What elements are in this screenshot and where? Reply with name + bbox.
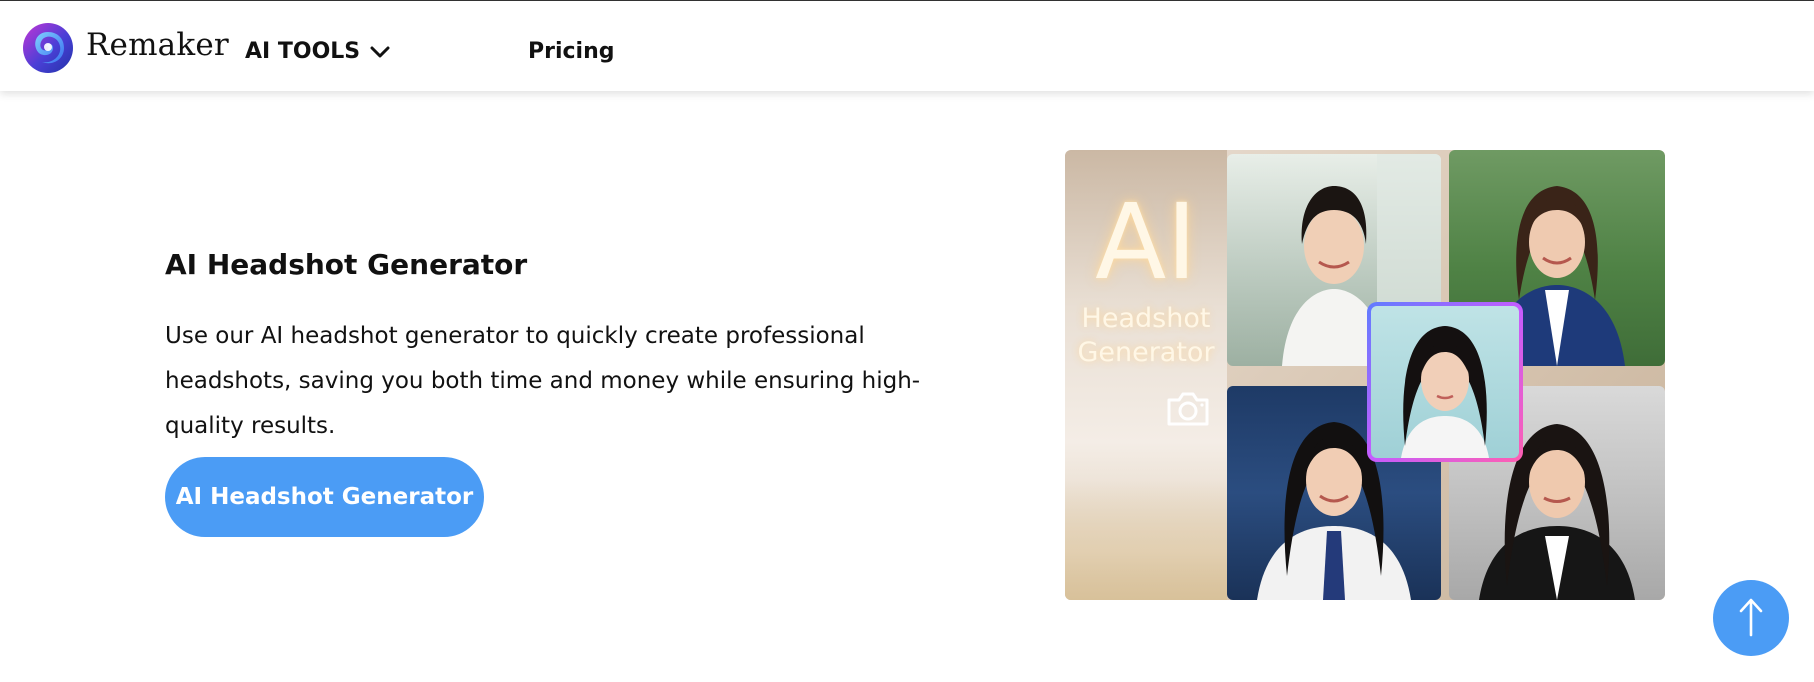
remaker-logo-icon[interactable]	[22, 22, 74, 74]
hero-image-water	[1065, 480, 1227, 600]
arrow-up-icon	[1738, 597, 1764, 640]
hero-image-subtitle: Headshot Generator	[1065, 302, 1227, 370]
hero-image-subtitle-line1: Headshot	[1081, 303, 1211, 334]
hero-description: Use our AI headshot generator to quickly…	[165, 323, 921, 439]
brand-name[interactable]: Remaker	[86, 27, 229, 63]
nav-pricing-link[interactable]: Pricing	[528, 39, 615, 64]
ai-headshot-generator-button[interactable]: AI Headshot Generator	[165, 457, 484, 537]
scroll-to-top-button[interactable]	[1713, 580, 1789, 656]
navbar: Remaker AI TOOLS Pricing	[0, 1, 1814, 91]
hero-image-ai-text: AI	[1095, 181, 1197, 303]
hero-image-subtitle-line2: Generator	[1077, 337, 1215, 368]
hero-title: AI Headshot Generator	[165, 248, 528, 281]
chevron-down-icon	[370, 45, 390, 59]
nav-ai-tools-label: AI TOOLS	[245, 39, 361, 64]
camera-icon	[1165, 390, 1211, 428]
selfie-source-photo	[1367, 302, 1523, 462]
hero-image: AI Headshot Generator	[1065, 150, 1665, 600]
nav-ai-tools-dropdown[interactable]: AI TOOLS	[245, 39, 390, 64]
